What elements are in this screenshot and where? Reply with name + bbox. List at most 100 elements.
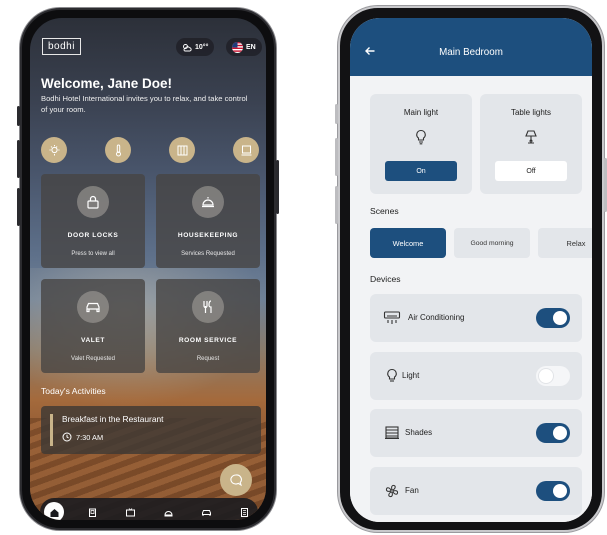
utensils-icon [203,300,212,313]
room-title: Main Bedroom [439,47,503,58]
fan-toggle[interactable] [536,481,570,501]
quick-curtains-button[interactable] [169,137,195,163]
ac-toggle[interactable] [536,308,570,328]
shades-icon [382,423,402,443]
mute-switch [335,104,338,124]
nav-hotel[interactable] [234,502,254,520]
chat-icon [230,474,242,487]
language-selector[interactable]: EN [226,38,262,56]
language-code: EN [246,43,256,51]
table-lights-card[interactable]: Table lights Off [480,94,582,194]
door-icon [88,508,96,517]
car-icon [86,302,100,313]
lightbulb-icon [49,144,59,155]
nav-room[interactable] [82,502,102,520]
shades-toggle[interactable] [536,423,570,443]
device-name: Air Conditioning [408,313,465,322]
curtains-icon [177,145,187,155]
nav-tv[interactable] [120,502,140,520]
right-phone-frame: Main Bedroom Main light On Table lights … [335,6,607,532]
device-fan[interactable]: Fan [370,467,582,515]
hotel-home-screen: bodhi 10°° EN Welcome, Jane Doe! Bodhi H… [30,18,266,520]
card-title: VALET [80,337,106,344]
activity-time-row: 7:30 AM [62,432,103,442]
tv-icon [125,507,135,516]
devices-label: Devices [370,274,401,284]
room-control-screen: Main Bedroom Main light On Table lights … [350,18,592,522]
bulb-icon [382,366,402,386]
activity-accent-bar [50,414,53,446]
device-air-conditioning[interactable]: Air Conditioning [370,294,582,342]
card-subtitle: Press to view all [71,251,115,257]
lock-icon-circle [77,186,109,218]
quick-shades-button[interactable] [233,137,259,163]
weather-badge[interactable]: 10°° [176,38,215,56]
toggle-knob [539,369,553,383]
fan-icon [382,481,402,501]
air-conditioner-icon [382,308,402,328]
device-name: Shades [405,428,433,437]
room-header: Main Bedroom [350,18,592,76]
device-name: Light [402,371,420,380]
card-subtitle: Valet Requested [71,356,115,362]
main-light-card[interactable]: Main light On [370,94,472,194]
nav-services[interactable] [158,502,178,520]
toggle-knob [553,426,567,440]
utensils-icon-circle [192,291,224,323]
main-light-toggle-on[interactable]: On [385,161,457,181]
chat-button[interactable] [220,464,252,496]
nav-valet[interactable] [196,502,216,520]
quick-temperature-button[interactable] [105,137,131,163]
scene-good-morning[interactable]: Good morning [454,228,530,258]
us-flag-icon [232,41,243,53]
door-locks-card[interactable]: DOOR LOCKS Press to view all [41,174,145,268]
home-icon [50,508,58,517]
brand-logo: bodhi [42,38,81,55]
table-lamp-icon [521,127,541,147]
card-subtitle: Services Requested [181,251,235,257]
card-title: DOOR LOCKS [67,232,119,239]
activity-time: 7:30 AM [76,432,104,442]
light-name: Table lights [510,108,552,117]
clock-icon [62,432,72,442]
scenes-label: Scenes [370,206,399,216]
bell-icon [163,510,173,516]
table-lights-toggle-off[interactable]: Off [495,161,567,181]
valet-card[interactable]: VALET Valet Requested [41,279,145,373]
volume-down-button [335,186,338,224]
room-service-card[interactable]: ROOM SERVICE Request [156,279,260,373]
bell-icon [202,197,214,208]
welcome-subtitle: Bodhi Hotel International invites you to… [41,94,248,114]
scene-welcome[interactable]: Welcome [370,228,446,258]
volume-up-button [17,140,20,178]
device-name: Fan [405,486,419,495]
car-icon-circle [77,291,109,323]
card-subtitle: Request [196,356,220,362]
mute-switch [17,106,20,126]
bottom-nav [40,498,258,520]
bell-icon-circle [192,186,224,218]
card-title: ROOM SERVICE [178,337,238,344]
light-toggle[interactable] [536,366,570,386]
bulb-icon [411,127,431,147]
welcome-heading: Welcome, Jane Doe! [41,76,173,91]
nav-home[interactable] [44,502,64,520]
activities-heading: Today's Activities [41,386,106,396]
volume-up-button [335,138,338,176]
building-icon [240,507,248,517]
partly-cloudy-icon [183,43,192,51]
device-light[interactable]: Light [370,352,582,400]
quick-lights-button[interactable] [41,137,67,163]
activity-item[interactable]: Breakfast in the Restaurant 7:30 AM [41,406,261,454]
scene-relax[interactable]: Relax [538,228,592,258]
device-shades[interactable]: Shades [370,409,582,457]
weather-temp: 10°° [195,43,209,51]
toggle-knob [553,311,567,325]
housekeeping-card[interactable]: HOUSEKEEPING Services Requested [156,174,260,268]
light-name: Main light [403,108,439,117]
car-icon [201,509,211,516]
power-button [276,160,279,214]
shade-icon [241,145,251,155]
volume-down-button [17,188,20,226]
left-phone-frame: bodhi 10°° EN Welcome, Jane Doe! Bodhi H… [17,8,279,530]
